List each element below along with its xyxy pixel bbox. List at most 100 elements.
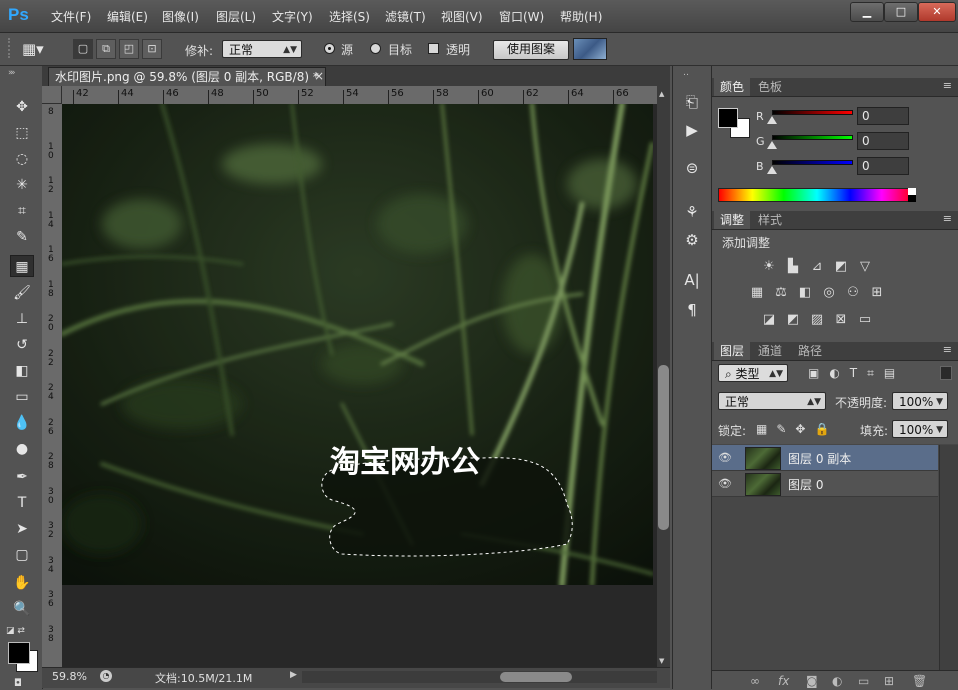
character-panel-icon[interactable]: A| [680, 268, 704, 292]
dodge-tool-icon[interactable]: ● [10, 438, 34, 460]
scroll-down-icon[interactable]: ▼ [659, 657, 664, 665]
magic-wand-tool-icon[interactable]: ✳ [10, 174, 34, 196]
brightness-contrast-icon[interactable]: ☀ [760, 259, 778, 275]
b-slider-knob[interactable] [767, 166, 777, 174]
patch-mode-select[interactable]: 正常 ▲▼ [222, 40, 302, 58]
layer-row-base[interactable]: 👁 图层 0 [712, 471, 938, 497]
menu-item-8[interactable]: 窗口(W) [499, 8, 544, 25]
marquee-tool-icon[interactable]: ⬚ [10, 122, 34, 144]
exposure-icon[interactable]: ◩ [832, 259, 850, 275]
horizontal-ruler[interactable]: 42 44 46 48 50 52 54 56 58 60 62 64 66 [62, 86, 657, 105]
tab-color[interactable]: 颜色 [714, 78, 751, 96]
document-tab[interactable]: 水印图片.png @ 59.8% (图层 0 副本, RGB/8) * [48, 67, 326, 86]
menu-item-9[interactable]: 帮助(H) [560, 8, 602, 25]
color-balance-icon[interactable]: ⚖ [772, 285, 790, 301]
tab-adjustments[interactable]: 调整 [714, 211, 751, 229]
brush-tool-icon[interactable]: 🖌 [10, 282, 34, 304]
r-slider-knob[interactable] [767, 116, 777, 124]
eye-icon[interactable]: 👁 [718, 477, 732, 490]
default-colors-icon[interactable]: ◪ ⇄ [6, 626, 25, 636]
tab-swatches[interactable]: 色板 [752, 78, 788, 96]
opacity-field[interactable]: 100% ▼ [892, 392, 948, 410]
properties-panel-icon[interactable]: ⊜ [680, 156, 704, 180]
blur-tool-icon[interactable]: 💧 [10, 412, 34, 434]
blend-mode-select[interactable]: 正常 ▲▼ [718, 392, 826, 410]
levels-icon[interactable]: ▙ [784, 259, 802, 275]
color-spectrum-bar[interactable] [718, 188, 916, 202]
document-canvas[interactable]: 淘宝网办公 [62, 104, 653, 585]
photo-filter-icon[interactable]: ◎ [820, 285, 838, 301]
tab-close-icon[interactable]: × [314, 69, 324, 83]
stamp-tool-icon[interactable]: ⊥ [10, 308, 34, 330]
menu-item-6[interactable]: 滤镜(T) [385, 8, 426, 25]
intersect-selection-icon[interactable]: ⊡ [142, 39, 162, 59]
patch-tool-preset-icon[interactable]: ▦▾ [22, 40, 60, 58]
spectrum-black-swatch[interactable] [908, 195, 916, 202]
g-value-field[interactable]: 0 [857, 132, 909, 150]
lock-icons[interactable]: ▦✎✥🔒 [756, 422, 838, 436]
menu-item-4[interactable]: 文字(Y) [272, 8, 313, 25]
source-radio[interactable] [324, 43, 335, 54]
new-group-icon[interactable]: ▭ [858, 674, 869, 688]
foreground-color-swatch[interactable] [8, 642, 30, 664]
delete-layer-icon[interactable]: 🗑 [912, 674, 927, 688]
pen-tool-icon[interactable]: ✒ [10, 466, 34, 488]
eyedropper-tool-icon[interactable]: ✎ [10, 226, 34, 248]
vertical-scrollbar-thumb[interactable] [658, 365, 669, 530]
adjustment-layer-icon[interactable]: ◐ [832, 674, 842, 688]
new-selection-icon[interactable]: ▢ [73, 39, 93, 59]
layer-style-icon[interactable]: fx [778, 674, 789, 688]
use-pattern-button[interactable]: 使用图案 [493, 40, 569, 60]
layer-row-copy[interactable]: 👁 图层 0 副本 [712, 445, 938, 471]
status-info-icon[interactable]: ◔ [100, 670, 112, 682]
curves-icon[interactable]: ⊿ [808, 259, 826, 275]
history-brush-tool-icon[interactable]: ↺ [10, 334, 34, 356]
dock-grip-icon[interactable]: ‥ [683, 68, 689, 78]
color-panel-fg-swatch[interactable] [718, 108, 738, 128]
transparent-checkbox[interactable] [428, 43, 439, 54]
tab-paths[interactable]: 路径 [792, 342, 828, 360]
r-slider[interactable] [772, 110, 853, 115]
lasso-tool-icon[interactable]: ◌ [10, 148, 34, 170]
horizontal-scrollbar-thumb[interactable] [500, 672, 572, 682]
crop-tool-icon[interactable]: ⌗ [10, 200, 34, 222]
b-value-field[interactable]: 0 [857, 157, 909, 175]
type-tool-icon[interactable]: T [10, 492, 34, 514]
target-radio[interactable] [370, 43, 381, 54]
black-white-icon[interactable]: ◧ [796, 285, 814, 301]
spectrum-white-swatch[interactable] [908, 188, 916, 195]
selective-color-icon[interactable]: ⊠ [832, 312, 850, 328]
subtract-selection-icon[interactable]: ◰ [119, 39, 139, 59]
brush-panel-icon[interactable]: ⚘ [680, 200, 704, 224]
patch-tool-icon[interactable]: ▦ [10, 255, 34, 277]
maximize-button[interactable]: □ [884, 2, 918, 22]
b-slider[interactable] [772, 160, 853, 165]
history-panel-icon[interactable]: ⎗ [680, 90, 704, 114]
menu-item-7[interactable]: 视图(V) [441, 8, 483, 25]
scroll-up-icon[interactable]: ▲ [659, 90, 664, 98]
layers-scrollbar[interactable] [939, 445, 958, 670]
add-selection-icon[interactable]: ⧉ [96, 39, 116, 59]
move-tool-icon[interactable]: ✥ [10, 96, 34, 118]
layer-mask-icon[interactable]: ◙ [806, 674, 818, 688]
tab-layers[interactable]: 图层 [714, 342, 751, 360]
zoom-level[interactable]: 59.8% [52, 670, 87, 683]
zoom-tool-icon[interactable]: 🔍 [10, 598, 34, 620]
shape-tool-icon[interactable]: ▢ [10, 544, 34, 566]
menu-item-1[interactable]: 编辑(E) [107, 8, 148, 25]
close-button[interactable]: ✕ [918, 2, 956, 22]
channel-mixer-icon[interactable]: ⚇ [844, 285, 862, 301]
filter-toggle[interactable] [940, 366, 952, 380]
gradient-tool-icon[interactable]: ▭ [10, 386, 34, 408]
panel-menu-icon[interactable]: ≡ [943, 212, 952, 225]
gradient-map-icon[interactable]: ▭ [856, 312, 874, 328]
pattern-picker[interactable] [573, 38, 607, 60]
hue-saturation-icon[interactable]: ▦ [748, 285, 766, 301]
panel-collapse-icon[interactable]: » [10, 68, 16, 78]
g-slider-knob[interactable] [767, 141, 777, 149]
hand-tool-icon[interactable]: ✋ [10, 572, 34, 594]
tab-channels[interactable]: 通道 [752, 342, 788, 360]
actions-panel-icon[interactable]: ▶ [680, 118, 704, 142]
path-selection-tool-icon[interactable]: ➤ [10, 518, 34, 540]
g-slider[interactable] [772, 135, 853, 140]
